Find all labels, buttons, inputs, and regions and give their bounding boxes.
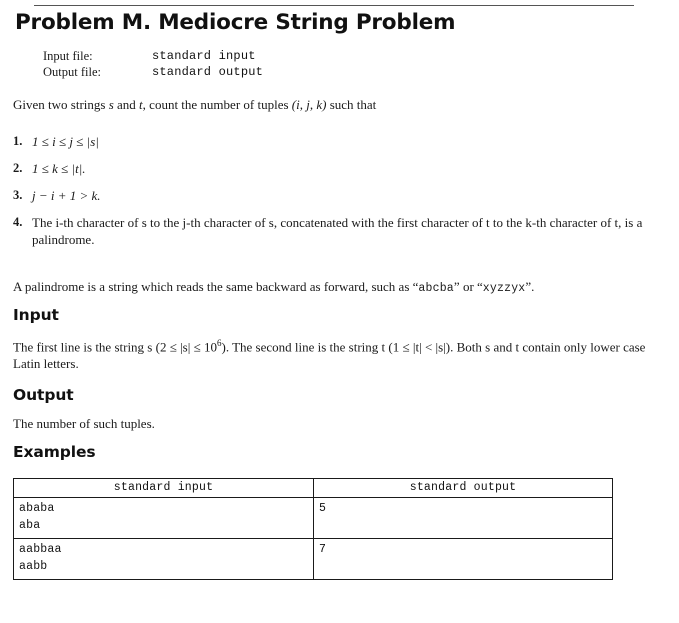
list-item: 3. j − i + 1 > k. (13, 187, 673, 204)
table-row: aabbaa aabb 7 (13, 538, 613, 580)
example-output-cell: 7 (313, 538, 613, 580)
list-item-text: The i-th character of s to the j-th char… (32, 215, 643, 247)
input-file-value: standard input (152, 49, 256, 63)
list-item-text: 1 ≤ i ≤ j ≤ |s| (32, 134, 99, 149)
column-header-standard-output: standard output (313, 478, 613, 498)
output-section-text: The number of such tuples. (13, 416, 155, 431)
palindrome-mid: ” or “ (453, 279, 483, 294)
example-input-line: aabb (19, 560, 48, 573)
palindrome-prefix: A palindrome is a string which reads the… (13, 279, 419, 294)
table-row: ababa aba 5 (13, 497, 613, 539)
example-output-line: 5 (319, 502, 327, 515)
example-input-cell: ababa aba (13, 497, 314, 539)
intro-mid: and (113, 97, 140, 112)
section-heading-examples: Examples (13, 443, 96, 461)
example-output-cell: 5 (313, 497, 613, 539)
intro-suffix: , count the number of tuples (142, 97, 292, 112)
list-item-number: 3. (13, 188, 23, 202)
example-input-line: aabbaa (19, 543, 62, 556)
header-rule (34, 5, 634, 6)
examples-table: standard input standard output ababa aba… (13, 478, 613, 580)
meta-row-input-file: Input file: standard input (43, 48, 263, 64)
problem-meta: Input file: standard input Output file: … (43, 48, 263, 80)
list-item-text: 1 ≤ k ≤ |t|. (32, 161, 86, 176)
input-section-text: The first line is the string s (2 ≤ |s| … (13, 335, 673, 372)
intro-prefix: Given two strings (13, 97, 109, 112)
example-input-line: ababa (19, 502, 55, 515)
input-text-a: The first line is the string s (2 ≤ |s| … (13, 339, 217, 355)
section-heading-output: Output (13, 386, 74, 404)
list-item: 2. 1 ≤ k ≤ |t|. (13, 160, 673, 177)
column-header-standard-input: standard input (13, 478, 314, 498)
palindrome-definition: A palindrome is a string which reads the… (13, 278, 663, 297)
section-heading-input: Input (13, 306, 59, 324)
list-item-text: j − i + 1 > k. (32, 188, 101, 203)
input-file-label: Input file: (43, 49, 93, 63)
list-item: 4. The i-th character of s to the j-th c… (13, 214, 673, 248)
intro-tuple: (i, j, k) (291, 97, 327, 112)
conditions-list: 1. 1 ≤ i ≤ j ≤ |s| 2. 1 ≤ k ≤ |t|. 3. j … (13, 133, 673, 258)
example-input-cell: aabbaa aabb (13, 538, 314, 580)
table-header-row: standard input standard output (13, 478, 613, 498)
page-title: Problem M. Mediocre String Problem (15, 10, 456, 35)
example-input-line: aba (19, 519, 41, 532)
meta-row-output-file: Output file: standard output (43, 64, 263, 80)
list-item: 1. 1 ≤ i ≤ j ≤ |s| (13, 133, 673, 150)
example-output-line: 7 (319, 543, 327, 556)
problem-statement-page: Problem M. Mediocre String Problem Input… (0, 0, 679, 623)
list-item-number: 4. (13, 215, 23, 229)
palindrome-example-1: abcba (418, 282, 454, 295)
running-header-clipped (36, 0, 636, 2)
list-item-number: 2. (13, 161, 23, 175)
list-item-number: 1. (13, 134, 23, 148)
intro-paragraph: Given two strings s and t, count the num… (13, 96, 653, 113)
intro-end: such that (326, 97, 377, 112)
output-file-label: Output file: (43, 65, 101, 79)
output-file-value: standard output (152, 65, 264, 79)
palindrome-example-2: xyzzyx (482, 282, 526, 295)
palindrome-suffix: ”. (525, 279, 535, 294)
